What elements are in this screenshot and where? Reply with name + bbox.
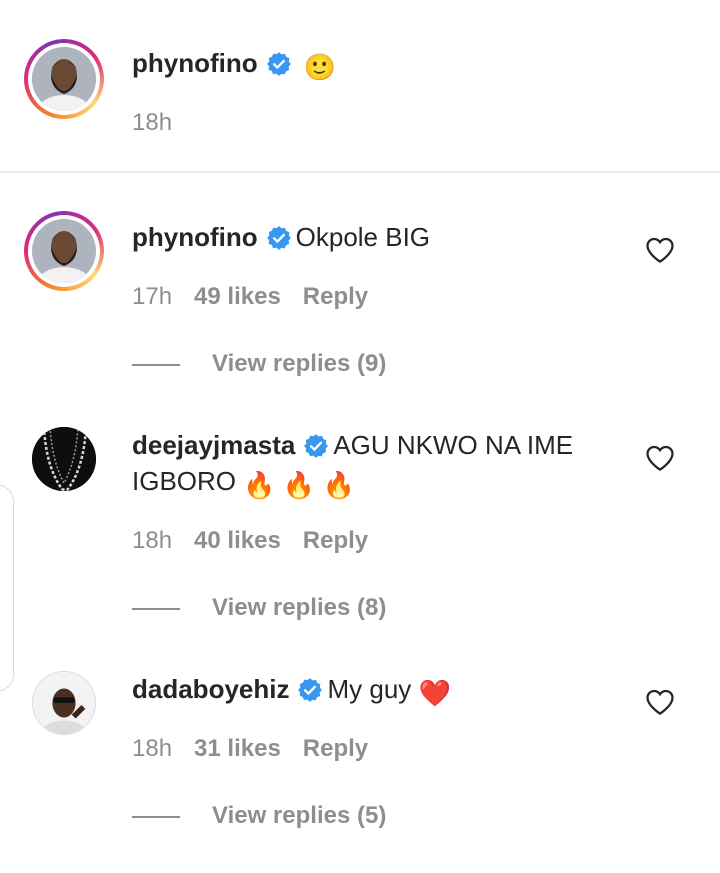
caption-line: phynofino 🙂 xyxy=(132,45,660,85)
view-replies-button[interactable]: View replies (8) xyxy=(132,593,386,623)
profile-photo-dadaboyehiz xyxy=(33,672,95,734)
caption-meta: 18h xyxy=(132,108,194,138)
replies-dash xyxy=(132,815,180,818)
comment-meta: 18h 40 likes Reply xyxy=(132,526,390,556)
comment-text: Okpole BIG xyxy=(295,222,431,252)
view-replies-label: View replies (5) xyxy=(212,802,387,829)
profile-photo-phynofino xyxy=(32,219,96,283)
caption-divider xyxy=(0,171,720,173)
comment-time: 17h xyxy=(132,283,173,310)
profile-photo-phynofino xyxy=(32,47,96,111)
comment-text-line: phynofino Okpole BIG xyxy=(132,219,660,255)
heart-icon[interactable] xyxy=(645,444,675,472)
comment-time: 18h xyxy=(132,735,173,762)
side-panel-edge xyxy=(0,484,14,692)
likes-count[interactable]: 49 likes xyxy=(194,283,281,310)
caption-time: 18h xyxy=(132,109,173,136)
heart-icon[interactable] xyxy=(645,236,675,264)
comment-meta: 18h 31 likes Reply xyxy=(132,734,390,764)
replies-dash xyxy=(132,363,180,366)
comment-username[interactable]: phynofino xyxy=(132,222,258,252)
caption-avatar[interactable] xyxy=(24,39,104,119)
comment-username[interactable]: dadaboyehiz xyxy=(132,674,289,704)
comment-avatar[interactable] xyxy=(32,671,96,735)
comment-time: 18h xyxy=(132,527,173,554)
view-replies-label: View replies (8) xyxy=(212,594,387,621)
view-replies-button[interactable]: View replies (5) xyxy=(132,801,386,831)
caption-username[interactable]: phynofino xyxy=(132,48,258,78)
profile-photo-deejayjmasta xyxy=(32,427,96,491)
comment-meta: 17h 49 likes Reply xyxy=(132,282,390,312)
caption-emoji: 🙂 xyxy=(303,52,337,82)
reply-button[interactable]: Reply xyxy=(303,283,368,310)
reply-button[interactable]: Reply xyxy=(303,735,368,762)
comment-avatar[interactable] xyxy=(32,427,96,491)
red-heart-emoji: ❤️ xyxy=(418,678,451,708)
comment-text-line: deejayjmasta AGU NKWO NA IME IGBORO 🔥 🔥 🔥 xyxy=(132,427,660,503)
fire-emoji: 🔥 🔥 🔥 xyxy=(243,470,355,500)
reply-button[interactable]: Reply xyxy=(303,527,368,554)
view-replies-label: View replies (9) xyxy=(212,350,387,377)
view-replies-button[interactable]: View replies (9) xyxy=(132,349,386,379)
likes-count[interactable]: 31 likes xyxy=(194,735,281,762)
likes-count[interactable]: 40 likes xyxy=(194,527,281,554)
verified-badge-icon xyxy=(298,678,323,702)
comment-username[interactable]: deejayjmasta xyxy=(132,430,295,460)
comment-text: My guy xyxy=(327,674,412,704)
comment-text-line: dadaboyehiz My guy ❤️ xyxy=(132,671,660,711)
verified-badge-icon xyxy=(304,434,329,458)
verified-badge-icon xyxy=(266,52,291,76)
replies-dash xyxy=(132,607,180,610)
verified-badge-icon xyxy=(266,226,291,250)
heart-icon[interactable] xyxy=(645,688,675,716)
comment-avatar[interactable] xyxy=(24,211,104,291)
